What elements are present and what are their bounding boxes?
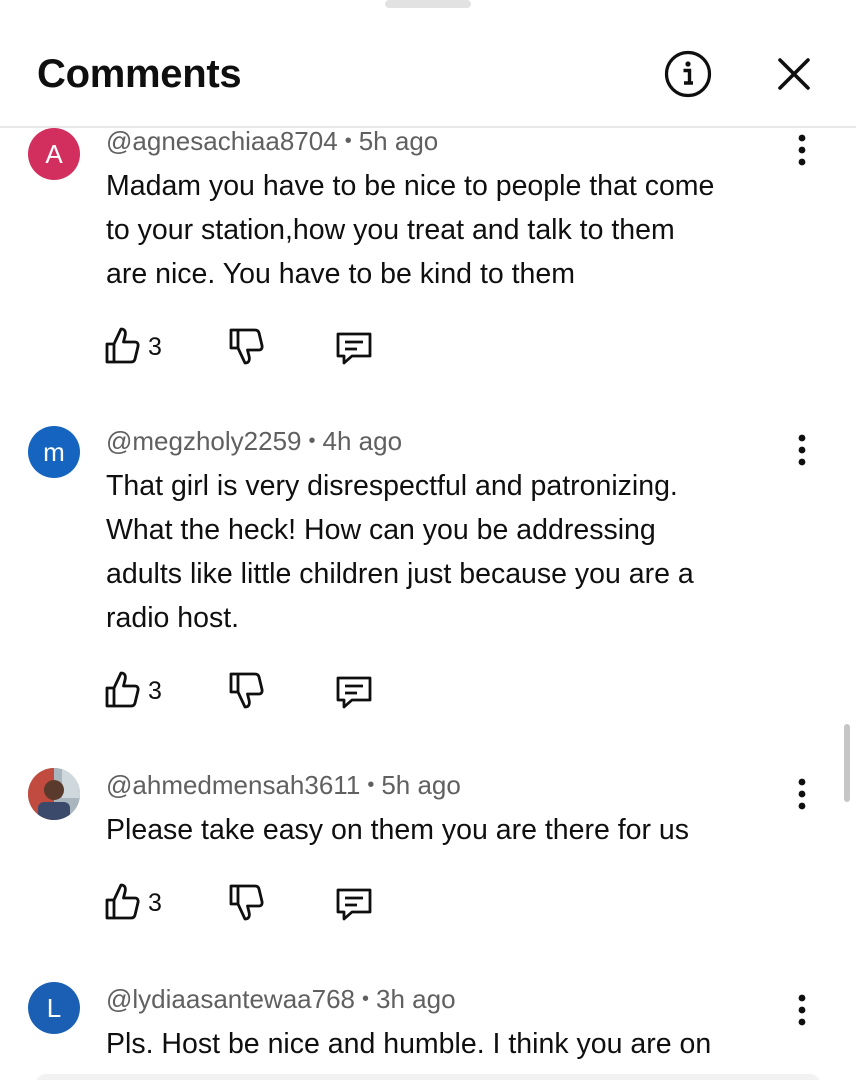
comments-panel: Comments A @agnesachiaa8704 • 5h ago Mad… (0, 0, 856, 1080)
comment-text: Pls. Host be nice and humble. I think yo… (106, 1022, 806, 1066)
comment-text: Please take easy on them you are there f… (106, 808, 806, 852)
like-count: 3 (148, 889, 162, 917)
comment-item: @ahmedmensah3611 • 5h ago Please take easy… (0, 768, 856, 948)
comment-meta: @agnesachiaa8704 • 5h ago (106, 128, 438, 156)
avatar[interactable]: L (28, 982, 80, 1034)
dislike-button[interactable] (228, 326, 268, 366)
comment-text-line: Pls. Host be nice and humble. I think yo… (106, 1028, 712, 1060)
like-button[interactable]: 3 (102, 670, 182, 710)
comment-meta: @ahmedmensah3611 • 5h ago (106, 770, 461, 800)
avatar[interactable] (28, 768, 80, 820)
comment-author[interactable]: @lydiaasantewaa768 (106, 984, 355, 1014)
comment-text-line: to your station,how you treat and talk t… (106, 214, 675, 246)
comment-author[interactable]: @megzholy2259 (106, 426, 302, 456)
comment-item: m @megzholy2259 • 4h ago That girl is very… (0, 426, 856, 736)
dislike-button[interactable] (228, 882, 268, 922)
comment-time: 5h ago (381, 770, 461, 800)
add-comment-bar[interactable] (36, 1074, 820, 1080)
comment-meta: @lydiaasantewaa768 • 3h ago (106, 984, 456, 1014)
comment-text: Madam you have to be nice to people that… (106, 164, 806, 296)
like-count: 3 (148, 677, 162, 705)
close-button[interactable] (774, 54, 814, 94)
comment-text-line: are nice. You have to be kind to them (106, 258, 575, 290)
meta-separator: • (367, 774, 375, 796)
comment-actions: 3 (102, 882, 402, 922)
meta-separator: • (344, 130, 352, 152)
reply-button[interactable] (334, 672, 374, 712)
comment-meta: @megzholy2259 • 4h ago (106, 426, 402, 456)
comment-text-line: adults like little children just because… (106, 558, 694, 590)
close-icon (778, 58, 810, 90)
comment-text-line: That girl is very disrespectful and patr… (106, 470, 678, 502)
comment-text-line: Madam you have to be nice to people that… (106, 170, 715, 202)
comment-actions: 3 (102, 670, 402, 710)
comment-time: 3h ago (376, 984, 456, 1014)
comment-text-line: What the heck! How can you be addressing (106, 514, 656, 546)
info-button[interactable] (664, 50, 712, 98)
avatar-letter: A (45, 139, 63, 169)
reply-comment-icon (336, 888, 372, 921)
comment-time: 4h ago (322, 426, 403, 456)
meta-separator: • (308, 430, 316, 452)
thumb-up-icon (105, 883, 140, 920)
comment-time: 5h ago (358, 128, 439, 156)
avatar[interactable]: m (28, 426, 80, 478)
comment-text: That girl is very disrespectful and patr… (106, 464, 806, 640)
like-button[interactable]: 3 (102, 326, 182, 366)
thumb-down-icon (229, 328, 264, 365)
avatar-photo (28, 768, 80, 820)
reply-comment-icon (336, 676, 372, 709)
comment-text-line: Please take easy on them you are there f… (106, 814, 689, 846)
dislike-button[interactable] (228, 670, 268, 710)
comments-list[interactable]: A @agnesachiaa8704 • 5h ago Madam you have… (0, 128, 856, 1080)
comment-text-line: radio host. (106, 602, 240, 634)
thumb-up-icon (105, 671, 140, 708)
comment-item: A @agnesachiaa8704 • 5h ago Madam you have… (0, 128, 856, 388)
reply-comment-icon (336, 332, 372, 365)
comment-item: L @lydiaasantewaa768 • 3h ago Pls. Host be… (0, 982, 856, 1080)
page-title: Comments (37, 52, 242, 96)
like-button[interactable]: 3 (102, 882, 182, 922)
reply-button[interactable] (334, 328, 374, 368)
avatar-letter: L (46, 993, 62, 1023)
meta-separator: • (362, 988, 370, 1010)
thumb-up-icon (105, 327, 140, 364)
scrollbar-thumb[interactable] (844, 724, 850, 802)
comment-author[interactable]: @ahmedmensah3611 (106, 770, 360, 800)
comments-header: Comments (0, 0, 856, 128)
thumb-down-icon (229, 884, 264, 921)
comment-author[interactable]: @agnesachiaa8704 (106, 128, 338, 156)
avatar-letter: m (43, 437, 65, 467)
thumb-down-icon (229, 672, 264, 709)
comment-actions: 3 (102, 326, 402, 366)
like-count: 3 (148, 333, 162, 361)
avatar[interactable]: A (28, 128, 80, 180)
info-icon (664, 50, 712, 98)
reply-button[interactable] (334, 884, 374, 924)
